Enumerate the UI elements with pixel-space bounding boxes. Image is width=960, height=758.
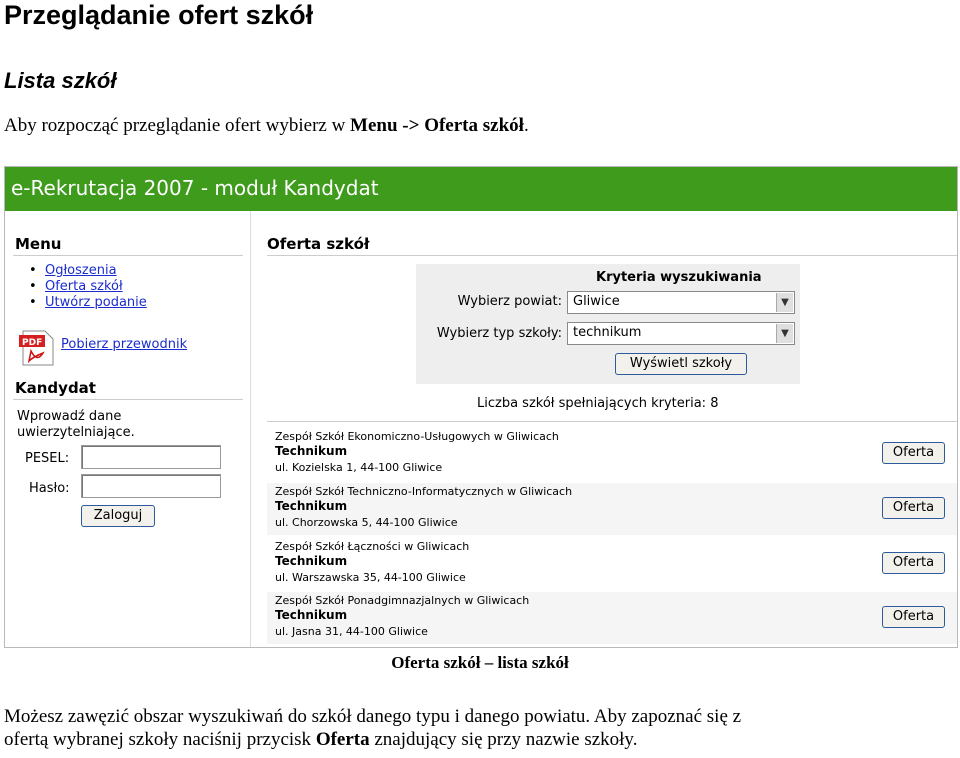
school-name: Zespół Szkół Ponadgimnazjalnych w Gliwic… (275, 594, 530, 607)
password-input[interactable] (81, 474, 221, 498)
offer-button[interactable]: Oferta (882, 442, 945, 464)
criteria-title: Kryteria wyszukiwania (596, 270, 762, 285)
show-schools-button[interactable]: Wyświetl szkoły (615, 353, 747, 375)
password-label: Hasło: (29, 481, 70, 496)
chevron-down-icon[interactable]: ▼ (776, 324, 793, 343)
offer-button[interactable]: Oferta (882, 606, 945, 628)
login-button[interactable]: Zaloguj (81, 505, 155, 527)
menu-item-utworz-podanie[interactable]: Utwórz podanie (45, 295, 147, 310)
pdf-icon-label: PDF (22, 338, 42, 348)
app-screenshot: e-Rekrutacja 2007 - moduł Kandydat Menu … (4, 166, 958, 648)
school-name: Zespół Szkół Łączności w Gliwicach (275, 540, 470, 553)
criteria-panel: Kryteria wyszukiwania Wybierz powiat: Gl… (416, 264, 800, 384)
school-type: Technikum (275, 444, 348, 458)
list-item: Zespół Szkół Ekonomiczno-Usługowych w Gl… (267, 428, 957, 480)
school-address: ul. Chorzowska 5, 44-100 Gliwice (275, 516, 458, 529)
offer-button[interactable]: Oferta (882, 552, 945, 574)
body-line-2-suffix: znajdujący się przy nazwie szkoły. (369, 729, 638, 750)
main-divider (267, 255, 957, 256)
body-line-1: Możesz zawęzić obszar wyszukiwań do szkó… (4, 706, 742, 727)
offer-button[interactable]: Oferta (882, 497, 945, 519)
menu-item[interactable]: Oferta szkół (45, 279, 147, 295)
school-address: ul. Jasna 31, 44-100 Gliwice (275, 625, 428, 638)
candidate-divider (13, 399, 243, 400)
list-item: Zespół Szkół Ponadgimnazjalnych w Gliwic… (267, 592, 957, 644)
app-header: e-Rekrutacja 2007 - moduł Kandydat (5, 167, 957, 211)
pdf-icon[interactable]: PDF (17, 329, 57, 367)
district-label: Wybierz powiat: (457, 294, 562, 309)
menu-list: Ogłoszenia Oferta szkół Utwórz podanie (45, 263, 147, 311)
intro-prefix: Aby rozpocząć przeglądanie ofert wybierz… (4, 115, 351, 136)
sidebar: Menu Ogłoszenia Oferta szkół Utwórz poda… (5, 211, 251, 647)
menu-divider (13, 255, 243, 256)
list-item: Zespół Szkół Techniczno-Informatycznych … (267, 483, 957, 535)
body-line-2: ofertą wybranej szkoły naciśnij przycisk… (4, 728, 960, 751)
guide-download-link[interactable]: Pobierz przewodnik (61, 337, 187, 352)
school-type-value: technikum (573, 325, 642, 340)
school-type-label: Wybierz typ szkoły: (436, 326, 562, 341)
school-name: Zespół Szkół Techniczno-Informatycznych … (275, 485, 573, 498)
figure-caption: Oferta szkół – lista szkół (391, 653, 569, 672)
list-item: Zespół Szkół Łączności w Gliwicach Techn… (267, 538, 957, 590)
document-subtitle: Lista szkół (4, 68, 117, 93)
intro-suffix: . (523, 115, 529, 136)
login-info: Wprowadź dane uwierzytelniające. (17, 409, 135, 440)
body-offer-term: Oferta (315, 729, 370, 750)
intro-paragraph: Aby rozpocząć przeglądanie ofert wybierz… (4, 115, 529, 137)
menu-item[interactable]: Utwórz podanie (45, 295, 147, 311)
school-name: Zespół Szkół Ekonomiczno-Usługowych w Gl… (275, 430, 559, 443)
results-count: Liczba szkół spełniających kryteria: 8 (477, 396, 719, 411)
school-address: ul. Warszawska 35, 44-100 Gliwice (275, 571, 466, 584)
school-type: Technikum (275, 554, 348, 568)
results-list: Zespół Szkół Ekonomiczno-Usługowych w Gl… (267, 421, 957, 645)
candidate-heading: Kandydat (15, 379, 96, 397)
body-paragraph: Możesz zawęzić obszar wyszukiwań do szkó… (4, 705, 960, 751)
pesel-label: PESEL: (25, 451, 70, 466)
menu-item-ogloszenia[interactable]: Ogłoszenia (45, 263, 117, 278)
body-line-2-prefix: ofertą wybranej szkoły naciśnij przycisk (4, 729, 316, 750)
school-type: Technikum (275, 608, 348, 622)
document-title: Przeglądanie ofert szkół (4, 0, 314, 30)
school-type-select[interactable]: technikum ▼ (567, 322, 795, 345)
school-type: Technikum (275, 499, 348, 513)
menu-item-oferta-szkol[interactable]: Oferta szkół (45, 279, 123, 294)
intro-menu-path: Menu -> Oferta szkół (350, 115, 524, 136)
district-select[interactable]: Gliwice ▼ (567, 291, 795, 314)
menu-heading: Menu (15, 235, 62, 253)
district-value: Gliwice (573, 294, 620, 309)
main-content: Oferta szkół Kryteria wyszukiwania Wybie… (255, 211, 957, 647)
school-address: ul. Kozielska 1, 44-100 Gliwice (275, 461, 443, 474)
pesel-input[interactable] (81, 445, 221, 469)
chevron-down-icon[interactable]: ▼ (776, 293, 793, 312)
main-heading: Oferta szkół (267, 235, 370, 253)
menu-item[interactable]: Ogłoszenia (45, 263, 147, 279)
